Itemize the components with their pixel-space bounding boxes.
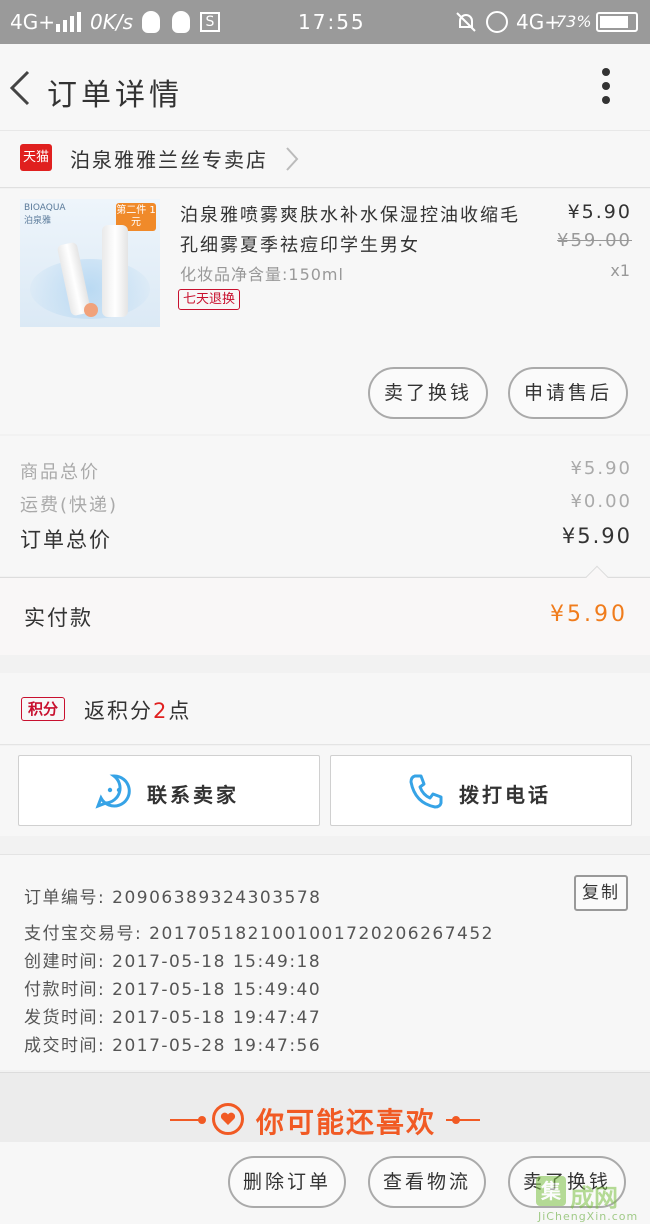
- bottle-large: [102, 225, 128, 317]
- tmall-badge: 天猫: [20, 144, 52, 171]
- heart-icon: [212, 1103, 244, 1135]
- call-phone-button[interactable]: 拨打电话: [330, 755, 632, 826]
- alipay-trade-number: 支付宝交易号: 2017051821001001720206267452: [24, 924, 494, 944]
- price-summary: 商品总价 ¥5.90 运费(快递) ¥0.00 订单总价 ¥5.90: [0, 436, 650, 576]
- copy-button[interactable]: 复制: [574, 875, 628, 911]
- points-text-after: 点: [168, 699, 192, 723]
- qq-icon: [172, 11, 190, 33]
- recommend-header: 你可能还喜欢: [0, 1072, 650, 1142]
- seven-day-return-tag: 七天退换: [178, 289, 241, 310]
- more-icon[interactable]: [594, 66, 618, 106]
- order-total-label: 订单总价: [20, 528, 112, 552]
- product-card[interactable]: BIOAQUA 泊泉雅 第二件 1元 泊泉雅喷雾爽肤水补水保湿控油收缩毛孔细雾夏…: [0, 189, 650, 434]
- product-image-brand: BIOAQUA 泊泉雅: [24, 203, 66, 226]
- product-image[interactable]: BIOAQUA 泊泉雅 第二件 1元: [20, 199, 160, 327]
- network-type-right: 4G+: [516, 10, 561, 34]
- alarm-icon: [486, 11, 508, 33]
- items-total-value: ¥5.90: [570, 458, 632, 479]
- flower-decor: [84, 303, 98, 317]
- chat-icon: [95, 774, 131, 809]
- shop-row[interactable]: 天猫 泊泉雅雅兰丝专卖店: [0, 130, 650, 188]
- s-app-icon: S: [200, 12, 220, 32]
- delete-order-button[interactable]: 删除订单: [228, 1156, 346, 1208]
- battery-percent: 73%: [556, 12, 592, 31]
- chevron-right-icon: [286, 147, 299, 171]
- recommend-title: 你可能还喜欢: [256, 1106, 437, 1139]
- s-app-label: S: [205, 14, 215, 30]
- shop-name[interactable]: 泊泉雅雅兰丝专卖店: [70, 144, 268, 173]
- contact-area: 联系卖家 拨打电话: [0, 746, 650, 836]
- order-info: 订单编号: 2090638932430357​8 复制 支付宝交易号: 2017…: [0, 854, 650, 1070]
- signal-icon: [56, 12, 82, 32]
- battery-icon: [596, 12, 638, 32]
- sell-for-cash-button[interactable]: 卖了换钱: [368, 367, 488, 419]
- watermark-text: 成网: [570, 1184, 618, 1212]
- watermark-url: JiChengXin.com: [538, 1210, 639, 1223]
- order-total-value: ¥5.90: [561, 524, 632, 548]
- order-number: 订单编号: 2090638932430357​8: [24, 888, 322, 908]
- items-total-label: 商品总价: [20, 462, 100, 483]
- points-badge: 积分: [21, 697, 65, 721]
- phone-icon: [409, 774, 443, 809]
- qq-icon: [142, 11, 160, 33]
- after-sale-button[interactable]: 申请售后: [508, 367, 628, 419]
- header: 订单详情: [0, 44, 650, 130]
- shipping-value: ¥0.00: [570, 491, 632, 512]
- shipping-label: 运费(快递): [20, 495, 119, 516]
- network-type-left: 4G+: [10, 10, 55, 34]
- created-time: 创建时间: 2017-05-18 15:49:18: [24, 952, 322, 972]
- contact-seller-button[interactable]: 联系卖家: [18, 755, 320, 826]
- paid-label: 实付款: [24, 606, 93, 630]
- divider-right: [446, 1119, 480, 1121]
- completed-time: 成交时间: 2017-05-28 19:47:56: [24, 1036, 322, 1056]
- product-price: ¥5.90: [567, 201, 632, 223]
- page-title: 订单详情: [47, 78, 183, 113]
- points-text: 返积分2点: [84, 695, 191, 725]
- product-quantity: x1: [610, 261, 630, 280]
- contact-seller-label: 联系卖家: [147, 783, 239, 807]
- brand-text-cn: 泊泉雅: [24, 216, 52, 226]
- points-row: 积分 返积分2点: [0, 673, 650, 745]
- paid-value: ¥5.90: [550, 602, 628, 627]
- back-icon[interactable]: [6, 66, 36, 110]
- paid-time: 付款时间: 2017-05-18 15:49:40: [24, 980, 322, 1000]
- status-time: 17:55: [298, 10, 366, 34]
- network-speed: 0K/s: [90, 10, 133, 34]
- actual-payment: 实付款 ¥5.90: [0, 565, 650, 655]
- call-phone-label: 拨打电话: [459, 783, 551, 807]
- mute-icon: [456, 12, 476, 32]
- site-watermark: 集 成网 JiChengXin.com: [534, 1174, 650, 1224]
- points-value: 2: [153, 699, 169, 723]
- product-title[interactable]: 泊泉雅喷雾爽肤水补水保湿控油收缩毛孔细雾夏季祛痘印学生男女: [180, 201, 520, 261]
- brand-text: BIOAQUA: [24, 203, 66, 213]
- points-text-before: 返积分: [84, 699, 153, 723]
- status-bar: 4G+ 0K/s S 17:55 4G+ 73%: [0, 0, 650, 44]
- view-logistics-button[interactable]: 查看物流: [368, 1156, 486, 1208]
- product-spec: 化妆品净含量:150ml: [180, 265, 344, 284]
- watermark-logo: 集: [536, 1176, 566, 1206]
- shipped-time: 发货时间: 2017-05-18 19:47:47: [24, 1008, 322, 1028]
- divider-dot-left: [198, 1116, 206, 1124]
- product-original-price: ¥59.00: [557, 230, 632, 251]
